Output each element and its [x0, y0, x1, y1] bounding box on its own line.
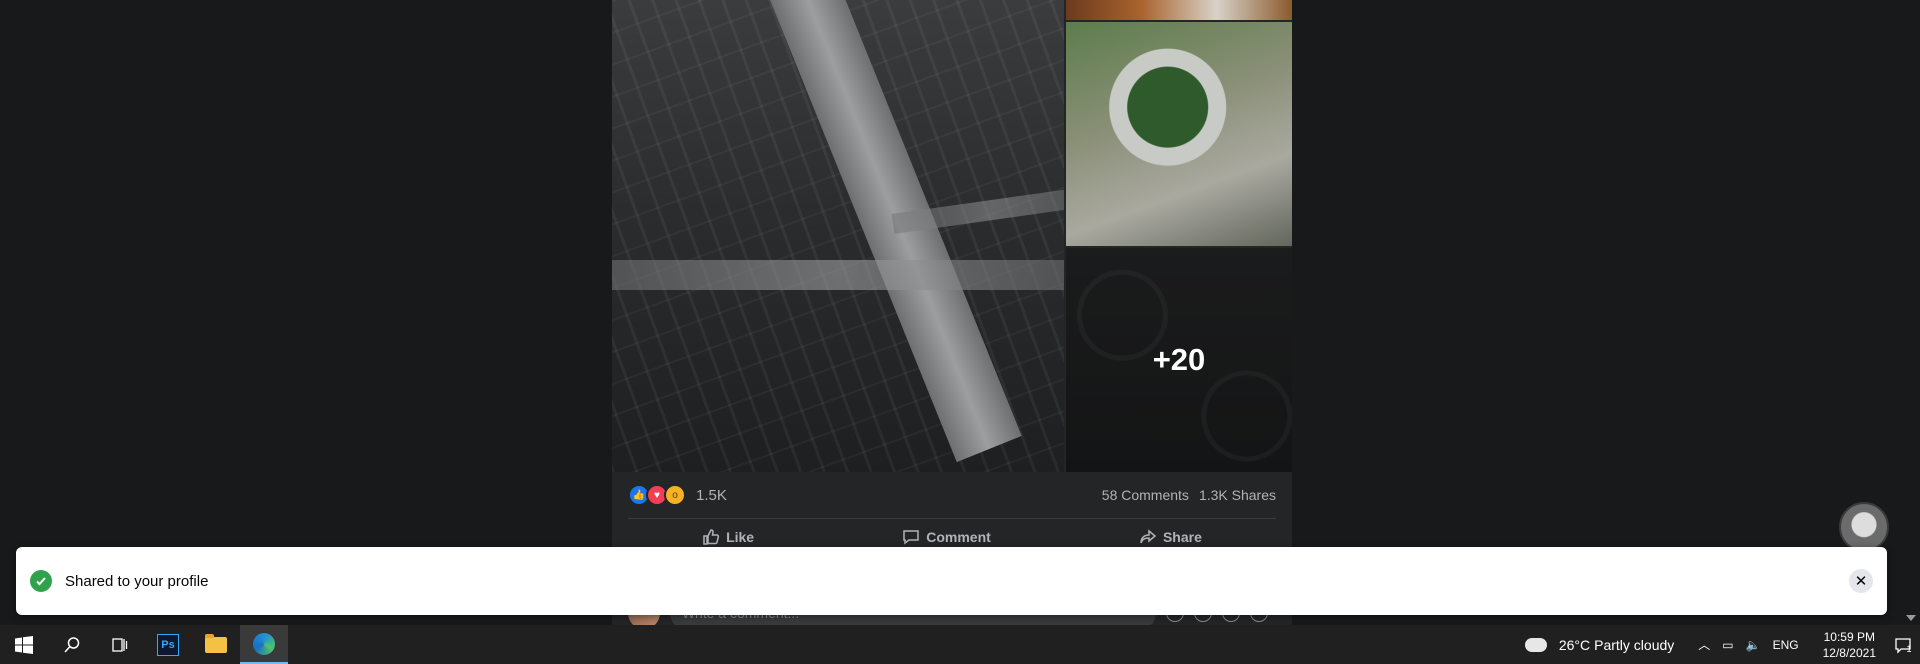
clock-date: 12/8/2021 — [1822, 645, 1876, 660]
wow-reaction-icon: o — [664, 484, 686, 506]
clock[interactable]: 10:59 PM 12/8/2021 — [1823, 629, 1876, 661]
comment-icon — [903, 530, 919, 545]
search-button[interactable] — [48, 625, 96, 664]
photo-main-highway[interactable] — [612, 0, 1064, 472]
photo-thumb-interchange[interactable] — [1066, 22, 1292, 246]
chevron-up-icon[interactable]: ︿ — [1698, 636, 1710, 653]
chat-head-avatar[interactable] — [1839, 502, 1889, 552]
photoshop-app[interactable]: Ps — [144, 625, 192, 664]
tray-icons: ︿ ▭ 🔈 ENG — [1692, 636, 1804, 653]
volume-icon[interactable]: 🔈 — [1746, 638, 1761, 652]
language-indicator[interactable]: ENG — [1773, 638, 1799, 652]
search-icon — [64, 636, 80, 653]
file-explorer-app[interactable] — [192, 625, 240, 664]
reaction-count: 1.5K — [696, 486, 727, 504]
photo-thumb-top[interactable] — [1066, 0, 1292, 20]
comment-button[interactable]: Comment — [902, 528, 991, 546]
partly-cloudy-icon — [1524, 631, 1547, 652]
check-circle-icon — [30, 570, 52, 592]
windows-start-icon — [15, 635, 33, 654]
task-view-button[interactable] — [96, 625, 144, 664]
page-scrollbar[interactable] — [1903, 0, 1920, 625]
toast-message: Shared to your profile — [65, 572, 209, 590]
edge-app[interactable] — [240, 625, 288, 664]
windows-taskbar: Ps 26°C Partly cloudy ︿ ▭ 🔈 ENG 10:59 PM… — [0, 625, 1920, 664]
photoshop-icon: Ps — [157, 633, 179, 656]
post-stats-bar: 👍 ♥ o 1.5K 58 Comments 1.3K Shares — [628, 472, 1276, 519]
engagement-counts: 58 Comments 1.3K Shares — [1092, 487, 1276, 503]
comment-label: Comment — [926, 529, 991, 545]
more-photos-count: +20 — [1066, 248, 1292, 472]
edge-icon — [253, 632, 275, 655]
clock-time: 10:59 PM — [1823, 629, 1875, 644]
thumbs-up-icon — [703, 529, 720, 545]
close-toast-button[interactable]: ✕ — [1849, 569, 1873, 593]
weather-temp: 26°C — [1558, 636, 1591, 653]
browser-viewport: +20 👍 ♥ o 1.5K 58 Comments 1.3K Shares L… — [0, 0, 1920, 625]
photo-thumb-more[interactable]: +20 — [1066, 248, 1292, 472]
scroll-down-icon[interactable] — [1906, 615, 1916, 621]
photo-grid: +20 — [612, 0, 1292, 472]
shares-count-link[interactable]: 1.3K Shares — [1199, 487, 1276, 503]
weather-widget[interactable]: 26°C Partly cloudy — [1524, 631, 1675, 653]
network-icon[interactable]: ▭ — [1722, 638, 1733, 652]
share-success-toast: Shared to your profile ✕ — [16, 547, 1887, 615]
like-button[interactable]: Like — [702, 528, 754, 546]
share-arrow-icon — [1140, 529, 1157, 544]
like-label: Like — [726, 529, 755, 545]
post-card: +20 👍 ♥ o 1.5K 58 Comments 1.3K Shares L… — [612, 0, 1292, 625]
share-label: Share — [1162, 529, 1202, 545]
weather-desc: Partly cloudy — [1594, 636, 1675, 653]
share-button[interactable]: Share — [1139, 528, 1202, 546]
system-tray: 26°C Partly cloudy ︿ ▭ 🔈 ENG 10:59 PM 12… — [1524, 625, 1920, 664]
comments-count-link[interactable]: 58 Comments — [1102, 487, 1189, 503]
file-explorer-icon — [205, 633, 227, 653]
reactions-summary[interactable]: 👍 ♥ o 1.5K — [628, 484, 727, 506]
start-button[interactable] — [0, 625, 48, 664]
notification-count: 1 — [1906, 643, 1912, 654]
notification-center-button[interactable]: 1 — [1886, 625, 1920, 664]
task-view-icon — [112, 637, 128, 652]
